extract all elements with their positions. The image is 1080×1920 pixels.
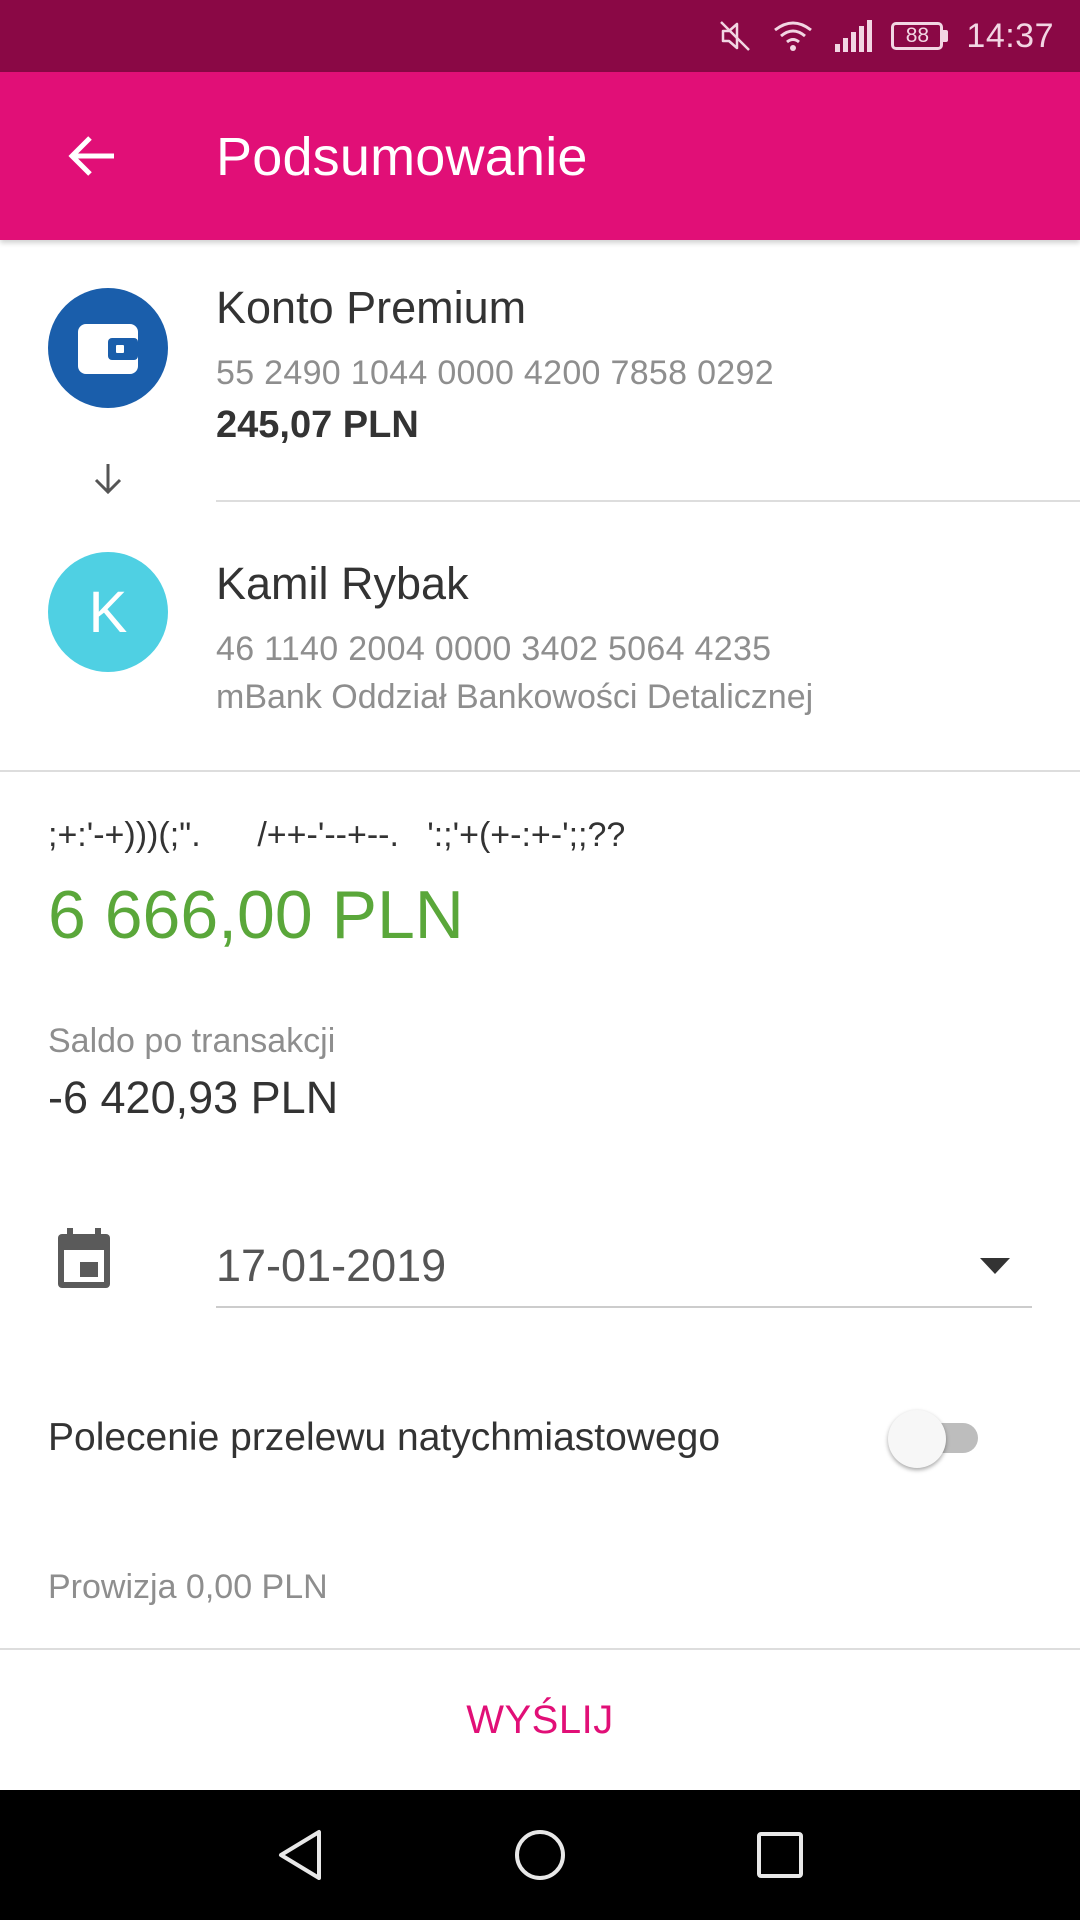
instant-transfer-label: Polecenie przelewu natychmiastowego [48,1416,721,1459]
nav-recent-icon [757,1832,803,1878]
arrow-down-icon [88,458,128,498]
status-time: 14:37 [966,16,1054,55]
nav-home-button[interactable] [500,1820,580,1890]
instant-transfer-toggle[interactable] [888,1408,992,1468]
battery-level: 88 [891,22,944,50]
status-icons: 88 14:37 [717,0,1054,72]
source-account-number: 55 2490 1044 0000 4200 7858 0292 [216,354,774,392]
app-bar: Podsumowanie [0,72,1080,240]
recipient-initial: K [88,579,128,645]
balance-after-value: -6 420,93 PLN [48,1072,339,1123]
status-bar: 88 14:37 [0,0,1080,72]
triangle-down-icon[interactable] [978,1256,1012,1276]
recipient-name: Kamil Rybak [216,558,469,609]
balance-after-label: Saldo po transakcji [48,1022,336,1060]
transfer-amount: 6 666,00 PLN [48,877,464,953]
source-account-balance: 245,07 PLN [216,404,419,446]
system-nav-bar [0,1790,1080,1920]
fee-text: Prowizja 0,00 PLN [48,1568,328,1606]
nav-recent-button[interactable] [740,1820,820,1890]
page-title: Podsumowanie [216,127,588,187]
back-button[interactable] [52,116,132,196]
toggle-thumb [888,1410,946,1468]
recipient-account-number: 46 1140 2004 0000 3402 5064 4235 [216,630,772,668]
mute-icon [717,18,753,54]
source-account-avatar [48,288,168,408]
divider [0,770,1080,772]
nav-back-button[interactable] [260,1820,340,1890]
send-button[interactable]: WYŚLIJ [0,1650,1080,1790]
date-picker[interactable]: 17-01-2019 [216,1232,1032,1308]
calendar-icon [54,1226,114,1292]
divider [216,500,1080,502]
transfer-title: ;+:'-+)))(;". /++-'--+--. ':;'+(+-:+-';;… [48,816,626,854]
source-account-name: Konto Premium [216,282,527,333]
recipient-bank-name: mBank Oddział Bankowości Detalicznej [216,678,814,716]
wifi-icon [771,18,815,54]
signal-icon [833,18,873,54]
date-value: 17-01-2019 [216,1240,447,1291]
arrow-left-icon [68,136,114,176]
nav-home-icon [515,1830,565,1880]
battery-icon: 88 [891,22,949,50]
wallet-icon [78,324,138,374]
recipient-avatar: K [48,552,168,672]
nav-back-icon [279,1830,321,1880]
